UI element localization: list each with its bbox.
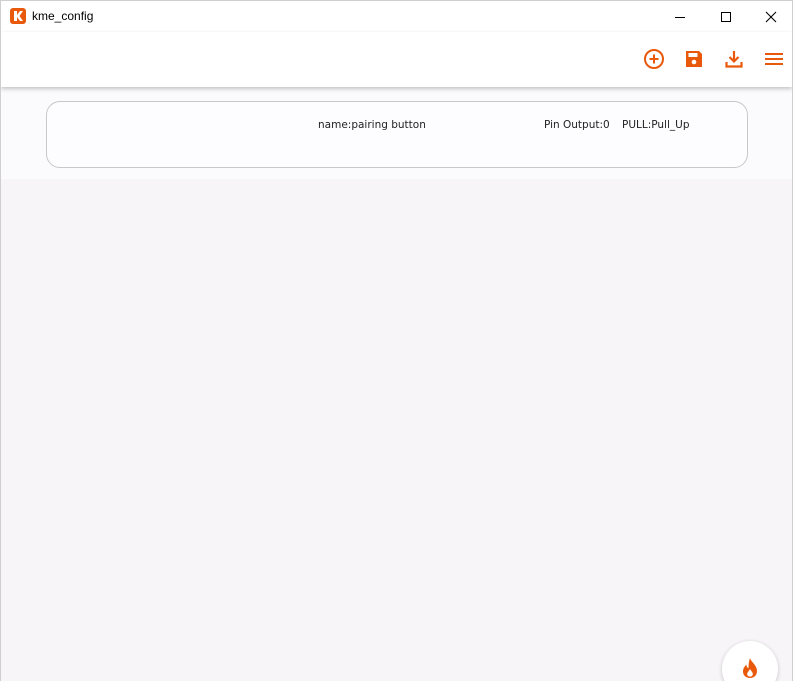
close-icon: [765, 11, 777, 22]
close-button[interactable]: [748, 1, 792, 32]
minimize-button[interactable]: [657, 1, 703, 32]
download-icon: [725, 51, 743, 68]
item-list: name:pairing button Pin Output:0 PULL:Pu…: [1, 87, 792, 179]
add-circle-icon: [644, 49, 664, 69]
kme-logo-icon: [10, 8, 26, 24]
download-button[interactable]: [721, 46, 747, 72]
save-icon: [686, 51, 702, 67]
menu-button[interactable]: [761, 46, 787, 72]
item-pull: PULL:Pull_Up: [622, 119, 690, 131]
app-bar: [1, 32, 792, 87]
title-bar[interactable]: kme_config: [1, 1, 792, 32]
maximize-icon: [721, 11, 731, 22]
minimize-icon: [675, 16, 685, 18]
flash-fab-button[interactable]: [722, 641, 778, 681]
list-item[interactable]: name:pairing button Pin Output:0 PULL:Pu…: [46, 101, 748, 168]
hamburger-menu-icon: [765, 53, 783, 65]
item-pin-output: Pin Output:0: [544, 119, 610, 131]
flame-icon: [743, 658, 757, 678]
add-button[interactable]: [641, 46, 667, 72]
item-name: name:pairing button: [318, 119, 426, 131]
app-window: kme_config name:pairing button Pin Outpu…: [0, 0, 793, 681]
window-title: kme_config: [32, 9, 94, 23]
save-button[interactable]: [681, 46, 707, 72]
maximize-button[interactable]: [703, 1, 749, 32]
